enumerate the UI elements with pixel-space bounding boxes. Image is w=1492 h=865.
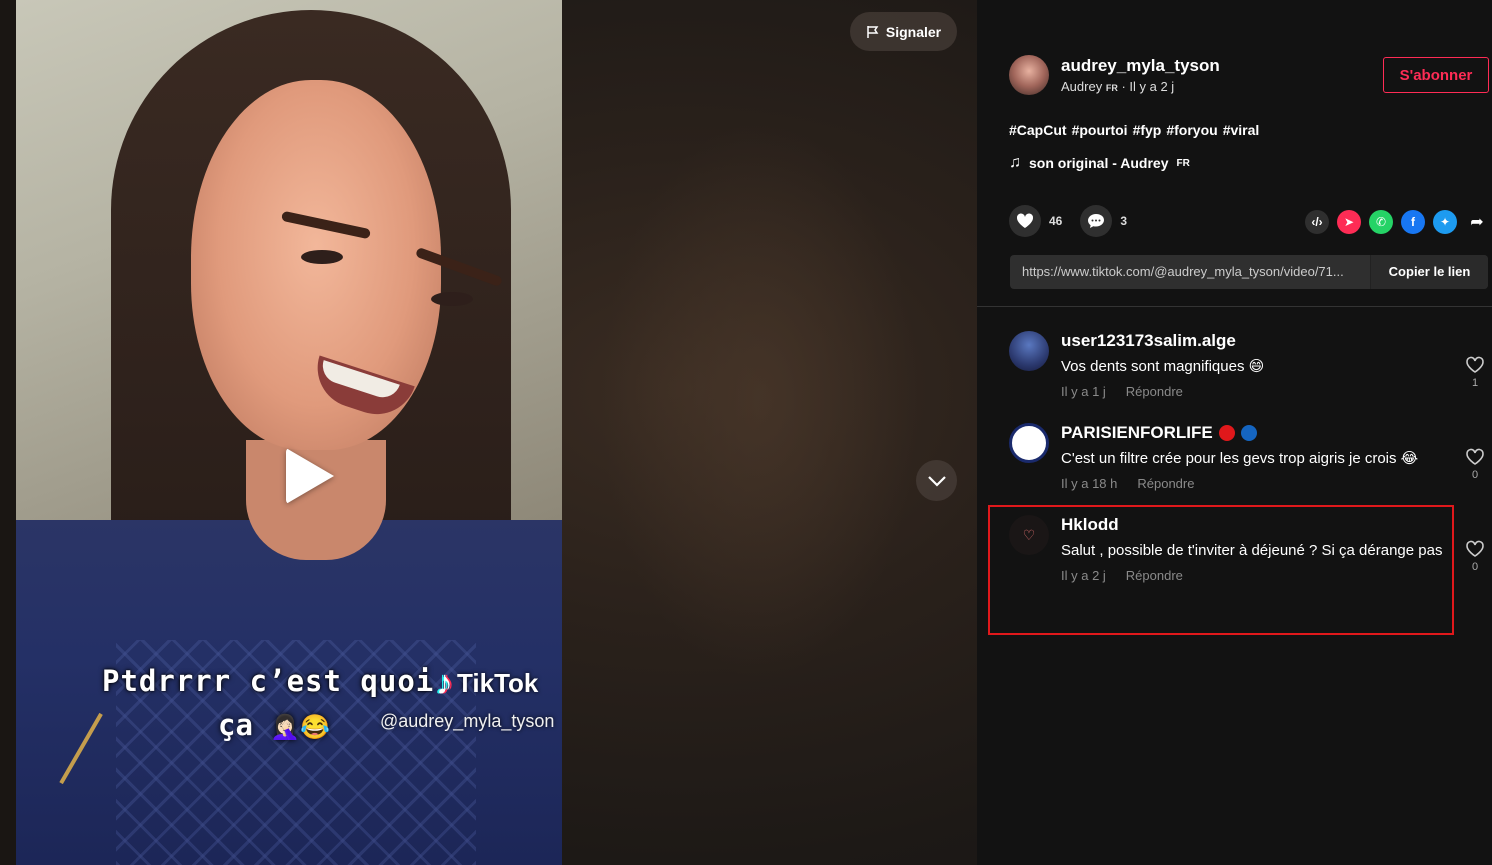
reply-button[interactable]: Répondre [1126, 384, 1183, 399]
comment-item: ♡ Hklodd Salut , possible de t'inviter à… [1009, 515, 1449, 583]
commenter-username-text: user123173salim.alge [1061, 331, 1236, 350]
twitter-icon[interactable]: ✦ [1433, 210, 1457, 234]
comment-like-count: 1 [1471, 377, 1479, 389]
details-panel: audrey_myla_tyson Audrey FR · Il y a 2 j… [977, 0, 1492, 865]
hashtag-list: #CapCut #pourtoi #fyp #foryou #viral [1009, 122, 1259, 138]
divider [977, 306, 1492, 307]
heart-outline-icon[interactable] [1465, 448, 1485, 466]
blurred-background [600, 120, 920, 680]
comment-time: Il y a 2 j [1061, 568, 1106, 583]
author-display-name: Audrey [1061, 79, 1103, 94]
like-count: 46 [1049, 214, 1063, 228]
comment-like[interactable]: 0 [1463, 448, 1487, 481]
music-note-icon: ♫ [1009, 154, 1021, 171]
reply-button[interactable]: Répondre [1137, 476, 1194, 491]
heart-outline-icon[interactable] [1465, 540, 1485, 558]
comment-like-count: 0 [1471, 561, 1479, 573]
play-icon[interactable] [286, 448, 334, 504]
heart-icon[interactable] [1009, 205, 1041, 237]
comment-meta: Il y a 1 j Répondre [1061, 384, 1449, 399]
hashtag-link[interactable]: #pourtoi [1072, 122, 1128, 138]
commenter-username[interactable]: user123173salim.alge [1061, 331, 1449, 351]
commenter-username-text: Hklodd [1061, 515, 1119, 534]
heart-outline-icon[interactable] [1465, 356, 1485, 374]
video-frame-eye [431, 292, 473, 306]
next-video-button[interactable] [916, 460, 957, 501]
music-flag: FR [1176, 157, 1190, 169]
commenter-username-text: PARISIENFORLIFE [1061, 423, 1213, 442]
video-caption-word: ça [218, 708, 253, 742]
video-caption-line1: Ptdrrrr c’est quoi [102, 664, 435, 698]
comment-like[interactable]: 1 [1463, 356, 1487, 389]
video-frame-eye [301, 250, 343, 264]
comment-text: Salut , possible de t'inviter à déjeuné … [1061, 542, 1443, 559]
comment-count: 3 [1120, 214, 1128, 228]
video-player[interactable]: Ptdrrrr c’est quoi ça 🤦🏻‍♀️😂 ♪ TikTok @a… [16, 0, 562, 865]
commenter-avatar[interactable] [1009, 331, 1049, 371]
author-info: audrey_myla_tyson Audrey FR · Il y a 2 j [1009, 55, 1220, 95]
video-stage: Ptdrrrr c’est quoi ça 🤦🏻‍♀️😂 ♪ TikTok @a… [0, 0, 977, 865]
hashtag-link[interactable]: #viral [1223, 122, 1260, 138]
chevron-down-icon [927, 475, 946, 487]
tiktok-watermark-brand: TikTok [457, 667, 539, 698]
comment-like[interactable]: 0 [1463, 540, 1487, 573]
follow-button[interactable]: S'abonner [1383, 57, 1489, 93]
commenter-avatar[interactable] [1009, 423, 1049, 463]
commenter-username[interactable]: Hklodd [1061, 515, 1449, 535]
comment-time: Il y a 1 j [1061, 384, 1106, 399]
hashtag-link[interactable]: #CapCut [1009, 122, 1067, 138]
flag-icon [867, 25, 879, 38]
video-caption-line2: ça 🤦🏻‍♀️😂 [218, 708, 330, 742]
comment-like-count: 0 [1471, 469, 1479, 481]
author-avatar[interactable] [1009, 55, 1049, 95]
comment-item: user123173salim.alge Vos dents sont magn… [1009, 331, 1449, 399]
comment-text: Vos dents sont magnifiques 😄 [1061, 358, 1265, 375]
whatsapp-icon[interactable]: ✆ [1369, 210, 1393, 234]
stats-bar: 46 3 [1009, 205, 1145, 237]
comment-stat[interactable]: 3 [1080, 205, 1127, 237]
share-url[interactable]: https://www.tiktok.com/@audrey_myla_tyso… [1010, 255, 1370, 289]
reply-button[interactable]: Répondre [1126, 568, 1183, 583]
tiktok-logo-icon: ♪ [436, 664, 453, 702]
comment-text: C'est un filtre crée pour les gevs trop … [1061, 450, 1419, 467]
music-label: son original - Audrey [1029, 155, 1169, 171]
report-label: Signaler [885, 23, 942, 40]
video-caption-emoji: 🤦🏻‍♀️😂 [270, 713, 331, 741]
stage-edge [0, 0, 16, 865]
heart-icon: ♡ [1022, 526, 1036, 543]
author-username[interactable]: audrey_myla_tyson [1061, 56, 1220, 76]
comment-meta: Il y a 2 j Répondre [1061, 568, 1449, 583]
share-link-row: https://www.tiktok.com/@audrey_myla_tyso… [1010, 255, 1488, 289]
report-button[interactable]: Signaler [850, 12, 957, 51]
commenter-avatar[interactable]: ♡ [1009, 515, 1049, 555]
tiktok-watermark-handle: @audrey_myla_tyson [380, 711, 555, 731]
facebook-icon[interactable]: f [1401, 210, 1425, 234]
embed-icon[interactable]: ‹/› [1305, 210, 1329, 234]
send-icon[interactable]: ➤ [1337, 210, 1361, 234]
hashtag-link[interactable]: #fyp [1133, 122, 1162, 138]
tiktok-watermark: ♪ TikTok [436, 666, 538, 700]
comment-meta: Il y a 18 h Répondre [1061, 476, 1449, 491]
author-meta: Audrey FR · Il y a 2 j [1061, 79, 1220, 94]
red-circle-icon [1218, 425, 1235, 441]
share-arrow-icon[interactable]: ➦ [1465, 210, 1489, 234]
comment-time: Il y a 18 h [1061, 476, 1118, 491]
blue-circle-icon [1240, 425, 1257, 441]
music-link[interactable]: ♫ son original - Audrey FR [1009, 154, 1190, 172]
comment-item: PARISIENFORLIFE C'est un filtre crée pou… [1009, 423, 1449, 491]
hashtag-link[interactable]: #foryou [1166, 122, 1217, 138]
author-flag: FR [1105, 83, 1118, 93]
comment-icon[interactable] [1080, 205, 1113, 237]
commenter-username[interactable]: PARISIENFORLIFE [1061, 423, 1449, 443]
share-icons: ‹/› ➤ ✆ f ✦ ➦ [1305, 210, 1489, 234]
like-stat[interactable]: 46 [1009, 205, 1062, 237]
author-posted-time: · Il y a 2 j [1117, 79, 1175, 94]
copy-link-button[interactable]: Copier le lien [1370, 255, 1488, 289]
